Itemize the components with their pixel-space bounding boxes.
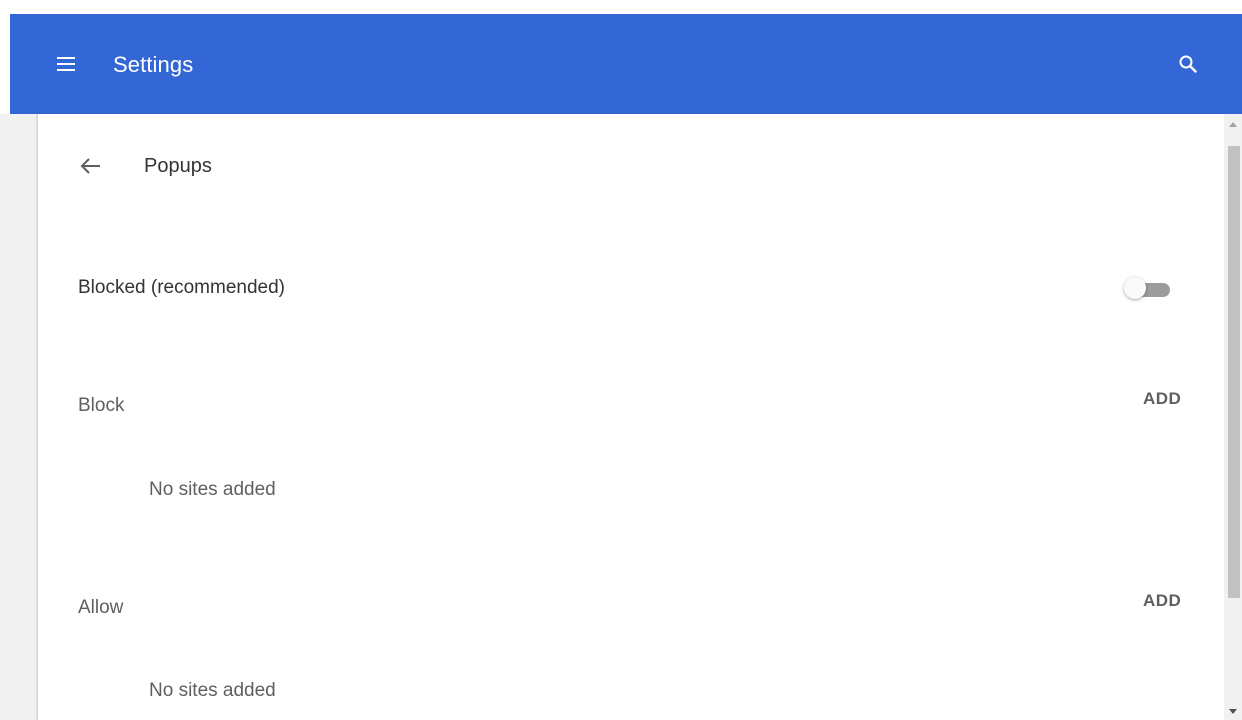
toggle-knob (1124, 277, 1146, 299)
block-add-button[interactable]: ADD (1143, 388, 1181, 410)
settings-toolbar: Settings (10, 14, 1242, 114)
scroll-up-arrow-icon[interactable] (1228, 118, 1238, 132)
menu-icon[interactable] (54, 52, 78, 76)
blocked-setting-label: Blocked (recommended) (78, 277, 285, 298)
allow-section-label: Allow (78, 597, 124, 618)
blocked-toggle[interactable] (1124, 274, 1184, 302)
arrow-back-icon[interactable] (78, 154, 104, 178)
scroll-down-arrow-icon[interactable] (1228, 704, 1238, 718)
block-section-label: Block (78, 395, 125, 416)
search-icon[interactable] (1176, 52, 1200, 76)
block-empty-text: No sites added (149, 479, 276, 500)
left-gutter (0, 114, 38, 720)
allow-empty-text: No sites added (149, 680, 276, 701)
settings-window: Settings Popups Blocked (recommended) Bl… (0, 0, 1242, 720)
popups-settings-card: Popups Blocked (recommended) Block ADD N… (38, 114, 1224, 720)
allow-add-button[interactable]: ADD (1143, 590, 1181, 612)
top-margin (0, 0, 1242, 14)
page-title: Popups (144, 155, 212, 177)
app-title: Settings (113, 52, 194, 77)
scrollbar-thumb[interactable] (1228, 146, 1240, 598)
